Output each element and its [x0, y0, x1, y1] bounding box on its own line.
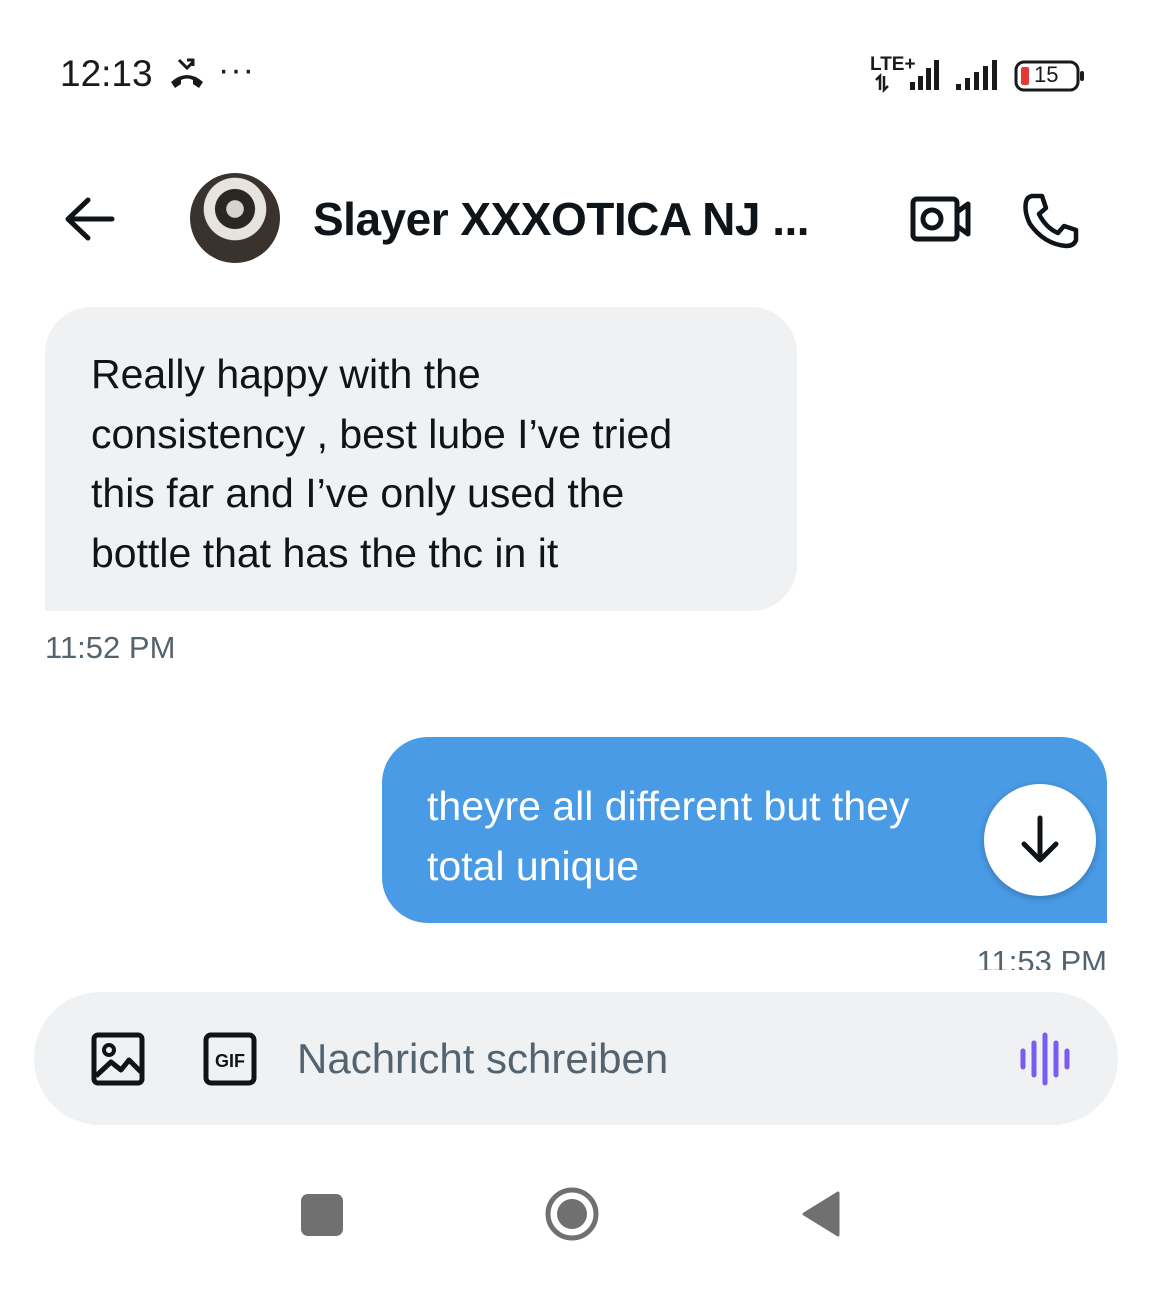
- incoming-message-text: Really happy with the consistency , best…: [91, 351, 673, 576]
- incoming-message-time: 11:52 PM: [45, 630, 176, 665]
- voice-message-icon[interactable]: [1017, 1031, 1073, 1087]
- scroll-to-bottom-button[interactable]: [984, 784, 1096, 896]
- outgoing-message-time: 11:53 PM: [976, 944, 1107, 970]
- incoming-message-bubble[interactable]: Really happy with the consistency , best…: [45, 307, 797, 611]
- status-time: 12:13: [60, 53, 153, 94]
- outgoing-message-text: theyre all different but they total uniq…: [427, 783, 910, 889]
- nav-home-button[interactable]: [544, 1186, 600, 1242]
- dm-conversation-screen: 12:13 ··· LTE+ 15 Slayer XXXOTICA NJ ...: [0, 0, 1152, 1300]
- back-arrow-icon[interactable]: [60, 190, 122, 248]
- nav-recents-button[interactable]: [301, 1194, 343, 1236]
- video-call-icon[interactable]: [908, 192, 972, 246]
- lte-signal-icon: LTE+: [870, 54, 939, 94]
- gif-label: GIF: [215, 1051, 245, 1071]
- phone-call-icon[interactable]: [1018, 190, 1082, 250]
- signal-strength-icon: [956, 60, 997, 90]
- message-input[interactable]: [297, 1025, 987, 1093]
- image-icon[interactable]: [91, 1032, 145, 1086]
- contact-name[interactable]: Slayer XXXOTICA NJ ...: [313, 190, 810, 248]
- missed-call-icon: [171, 58, 203, 88]
- arrow-down-icon: [1021, 815, 1059, 863]
- network-label: LTE+: [870, 54, 916, 75]
- contact-avatar[interactable]: [190, 173, 280, 263]
- outgoing-time-wrap: 11:53 PM: [900, 940, 1107, 970]
- nav-back-button[interactable]: [800, 1190, 842, 1238]
- battery-level: 15: [1034, 62, 1059, 87]
- gif-icon[interactable]: GIF: [203, 1032, 257, 1086]
- status-more-dots: ···: [218, 51, 255, 89]
